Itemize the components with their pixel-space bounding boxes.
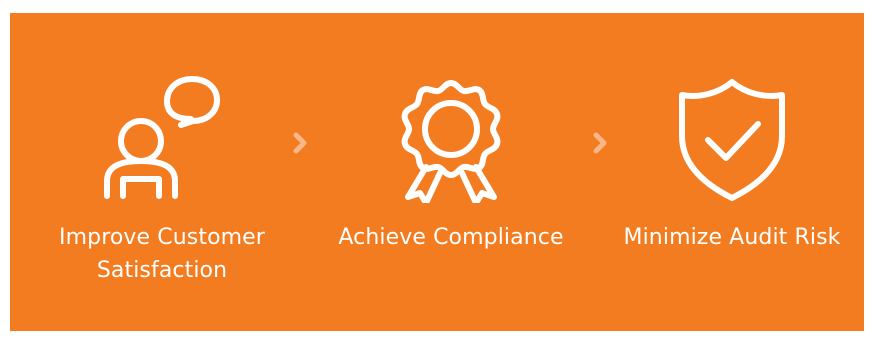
step-achieve-compliance: Achieve Compliance (316, 13, 586, 331)
benefits-banner: Improve Customer Satisfaction Achieve Co… (10, 13, 864, 331)
step-label: Improve Customer Satisfaction (59, 225, 265, 283)
award-ribbon-icon (401, 80, 501, 203)
customer-speech-bubble-icon (104, 76, 220, 199)
step-label: Minimize Audit Risk (623, 225, 841, 250)
step-minimize-audit-risk: Minimize Audit Risk (602, 13, 862, 331)
step-improve-customer-satisfaction: Improve Customer Satisfaction (40, 13, 284, 331)
shield-check-icon (679, 79, 785, 201)
chevron-right-icon (293, 132, 307, 154)
step-label: Achieve Compliance (338, 225, 564, 250)
